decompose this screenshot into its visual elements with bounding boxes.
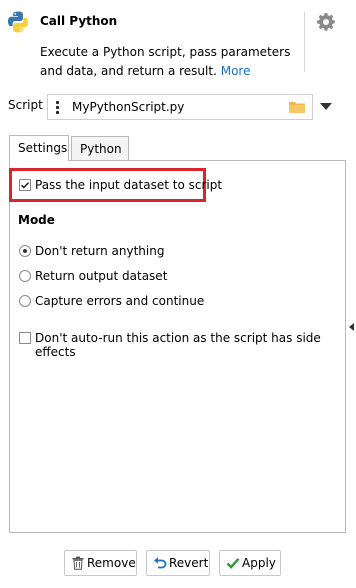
- check-mark-icon: [20, 182, 30, 189]
- action-description: Execute a Python script, pass parameters…: [40, 43, 300, 81]
- remove-button[interactable]: Remove: [64, 550, 137, 576]
- apply-button[interactable]: Apply: [219, 550, 281, 576]
- radio-capture-errors[interactable]: [19, 295, 31, 307]
- radio-capture-errors-label: Capture errors and continue: [35, 294, 205, 308]
- no-autorun-label: Don't auto-run this action as the script…: [35, 331, 321, 359]
- trash-icon: [72, 556, 84, 570]
- tab-python-label: Python: [80, 142, 122, 156]
- script-value: MyPythonScript.py: [72, 100, 185, 114]
- tab-settings-label: Settings: [18, 141, 68, 155]
- folder-icon[interactable]: [288, 100, 306, 114]
- remove-label: Remove: [87, 556, 136, 570]
- pass-input-label: Pass the input dataset to script: [35, 178, 223, 192]
- python-logo-icon: [8, 11, 28, 33]
- undo-arrow-icon: [154, 557, 167, 569]
- check-icon: [226, 557, 240, 569]
- collapse-arrow-icon[interactable]: [349, 323, 354, 331]
- radio-dont-return-label: Don't return anything: [35, 244, 165, 258]
- tab-settings[interactable]: Settings: [9, 135, 69, 161]
- action-title: Call Python: [40, 14, 118, 28]
- radio-return-output-label: Return output dataset: [35, 269, 168, 283]
- no-autorun-checkbox[interactable]: [19, 332, 31, 344]
- drag-handle-icon[interactable]: [56, 100, 60, 114]
- tab-python[interactable]: Python: [71, 136, 129, 160]
- header-divider: [304, 12, 305, 72]
- description-text: Execute a Python script, pass parameters…: [40, 45, 291, 78]
- gear-icon[interactable]: [316, 12, 336, 32]
- radio-return-output[interactable]: [19, 270, 31, 282]
- revert-label: Revert: [169, 556, 209, 570]
- revert-button[interactable]: Revert: [146, 550, 210, 576]
- radio-dont-return[interactable]: [19, 245, 31, 257]
- script-field[interactable]: MyPythonScript.py: [47, 94, 313, 120]
- apply-label: Apply: [242, 556, 276, 570]
- mode-heading: Mode: [18, 213, 55, 227]
- script-label: Script: [8, 98, 43, 112]
- dropdown-arrow-icon[interactable]: [320, 103, 332, 110]
- pass-input-checkbox[interactable]: [19, 179, 31, 191]
- more-link[interactable]: More: [221, 64, 251, 78]
